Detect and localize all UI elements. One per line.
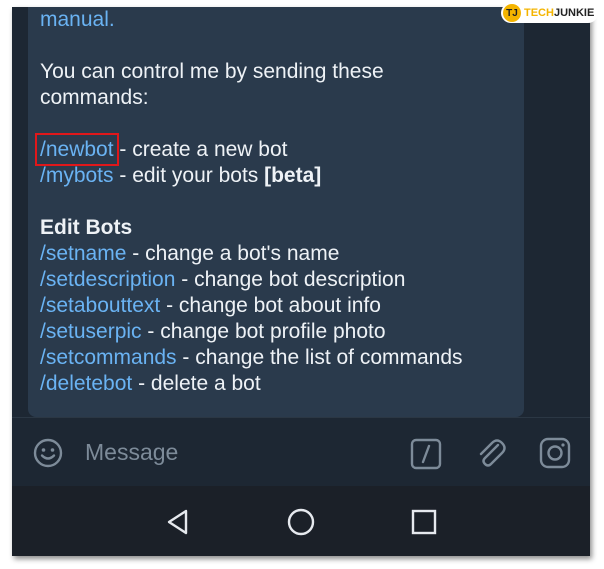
chat-area: manual. You can control me by sending th… — [12, 7, 590, 417]
command-sep: - — [175, 268, 195, 291]
command-link-setname[interactable]: /setname — [40, 242, 126, 265]
home-circle-icon[interactable] — [287, 508, 315, 536]
back-triangle-icon[interactable] — [164, 508, 192, 536]
command-sep: - — [160, 294, 179, 317]
techjunkie-watermark-logo: TJ TECHJUNKIE — [501, 3, 599, 23]
command-sep: - — [132, 372, 151, 395]
slash-commands-icon[interactable] — [410, 438, 442, 470]
command-desc: create a new bot — [132, 138, 288, 161]
command-desc: change the list of commands — [195, 346, 463, 369]
command-link-mybots[interactable]: /mybots — [40, 164, 114, 187]
command-desc: change bot profile photo — [160, 320, 386, 343]
message-text: manual. You can control me by sending th… — [35, 7, 520, 397]
command-sep: - — [126, 242, 146, 265]
command-desc: change a bot's name — [145, 242, 340, 265]
message-input-bar: Message — [12, 418, 590, 486]
command-row-setname: /setname - change a bot's name — [40, 241, 520, 267]
command-row-setdescription: /setdescription - change bot description — [40, 267, 520, 293]
command-link-deletebot[interactable]: /deletebot — [40, 372, 132, 395]
logo-text-junkie: JUNKIE — [553, 7, 595, 19]
command-sep: - — [113, 138, 133, 161]
command-row-setabouttext: /setabouttext - change bot about info — [40, 293, 520, 319]
command-sep: - — [141, 320, 161, 343]
command-row-setuserpic: /setuserpic - change bot profile photo — [40, 319, 520, 345]
smiley-icon[interactable] — [32, 437, 64, 469]
command-desc: edit your bots — [132, 164, 265, 187]
tj-badge-icon: TJ — [503, 4, 521, 22]
edit-bots-heading: Edit Bots — [40, 216, 133, 239]
command-row-deletebot: /deletebot - delete a bot — [40, 371, 520, 397]
instagram-camera-icon[interactable] — [539, 437, 571, 469]
beta-tag: [beta] — [264, 164, 322, 187]
command-row-mybots: /mybots - edit your bots [beta] — [40, 163, 520, 189]
command-desc: delete a bot — [150, 372, 261, 395]
command-row-setcommands: /setcommands - change the list of comman… — [40, 345, 520, 371]
logo-text-tech: TECH — [524, 7, 554, 19]
command-link-setuserpic[interactable]: /setuserpic — [40, 320, 142, 343]
android-navigation-bar — [12, 486, 590, 556]
command-desc: change bot description — [194, 268, 406, 291]
message-line-manual: manual. — [40, 8, 115, 31]
command-desc: change bot about info — [178, 294, 381, 317]
command-link-setdescription[interactable]: /setdescription — [40, 268, 175, 291]
command-link-setabouttext[interactable]: /setabouttext — [40, 294, 160, 317]
command-sep: - — [113, 164, 133, 187]
command-row-newbot: /newbot - create a new bot — [35, 133, 520, 166]
logo-text: TECHJUNKIE — [524, 7, 594, 19]
command-link-newbot[interactable]: /newbot — [35, 133, 119, 166]
intro-line-1: You can control me by sending these — [40, 60, 384, 83]
intro-line-2: commands: — [40, 86, 149, 109]
command-sep: - — [176, 346, 196, 369]
recents-square-icon[interactable] — [411, 509, 437, 535]
paperclip-icon[interactable] — [474, 436, 508, 472]
command-link-setcommands[interactable]: /setcommands — [40, 346, 177, 369]
message-input[interactable]: Message — [85, 438, 178, 466]
telegram-screen: manual. You can control me by sending th… — [12, 7, 590, 556]
